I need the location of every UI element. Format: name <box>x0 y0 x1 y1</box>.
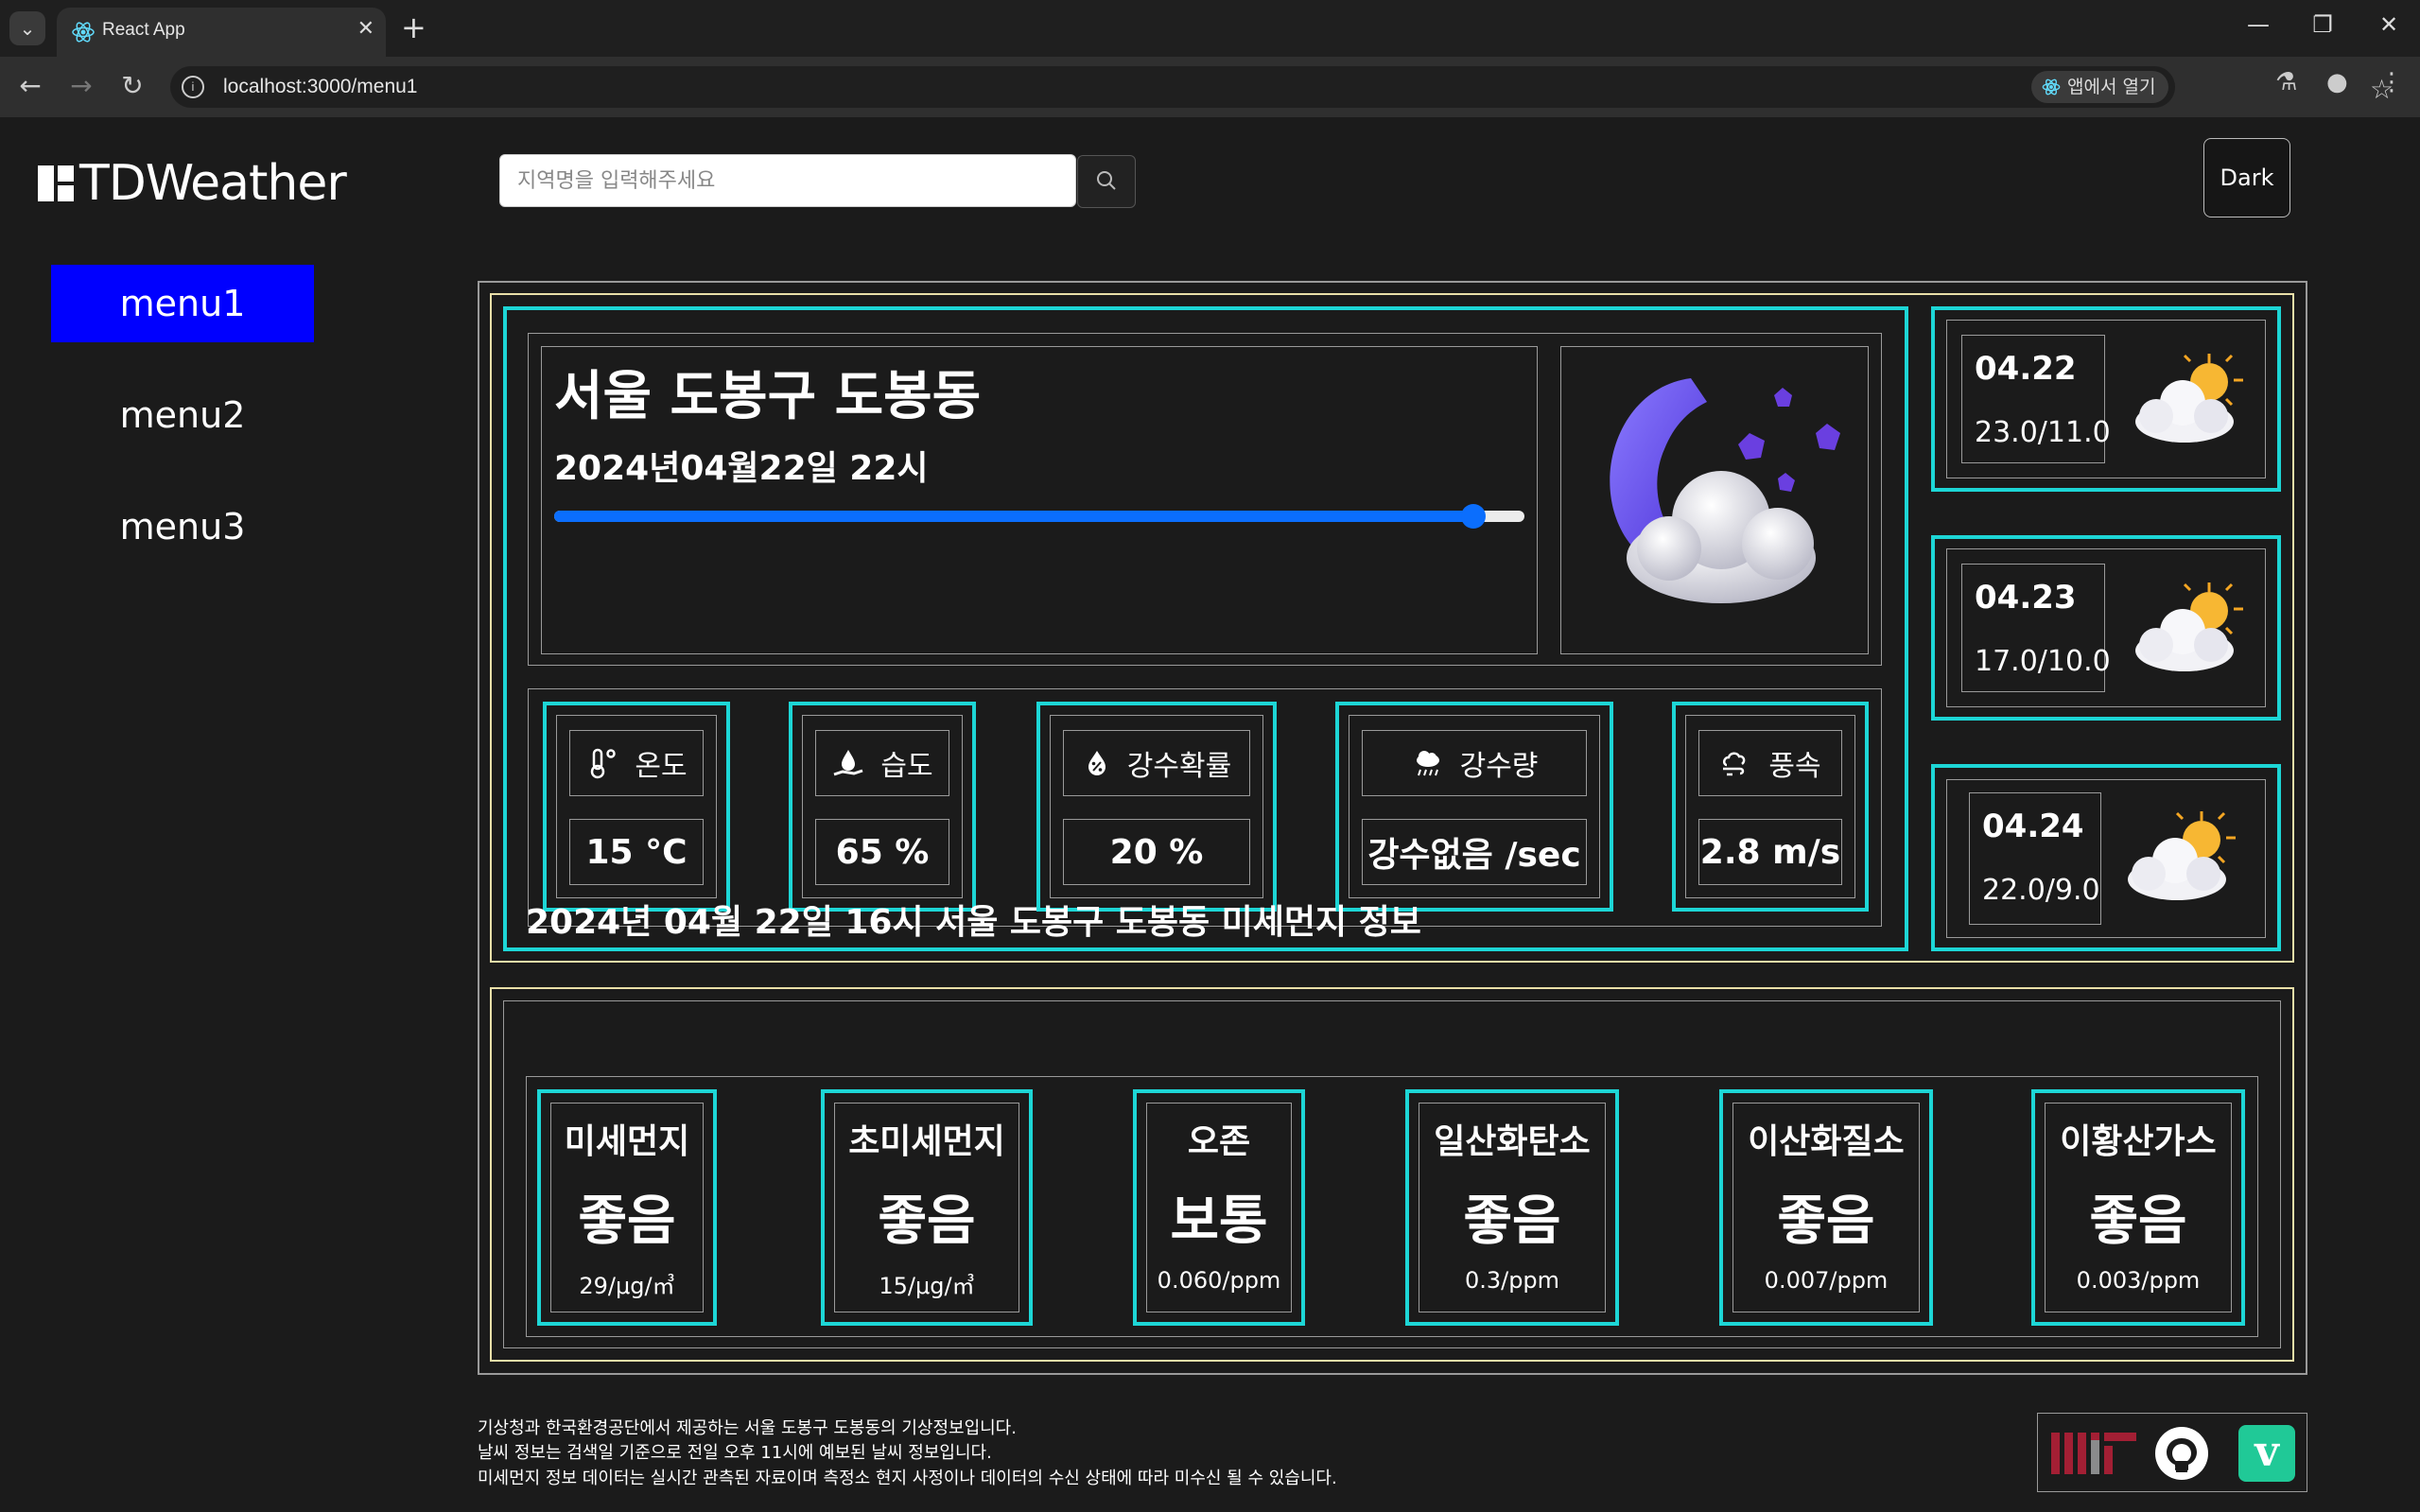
search-icon <box>1097 170 1116 190</box>
dust-value: 29/μg/㎥ <box>579 1273 675 1299</box>
forecast-date: 04.22 <box>1975 350 2077 388</box>
dust-grade: 좋음 <box>1777 1190 1875 1252</box>
metric-label-temperature: 온도 <box>569 730 704 796</box>
time-slider[interactable] <box>554 504 1524 529</box>
metric-label-humidity: 습도 <box>815 730 949 796</box>
dust-grade: 좋음 <box>578 1190 676 1252</box>
time-slider-fill <box>554 511 1473 522</box>
tab-close-icon[interactable]: ✕ <box>357 17 374 41</box>
dust-cards-row <box>526 1076 2258 1337</box>
footer-links: v <box>2037 1413 2307 1492</box>
forecast-date: 04.23 <box>1975 579 2077 617</box>
tab-title: React App <box>102 20 185 40</box>
site-info-icon[interactable]: i <box>182 76 204 98</box>
dust-value: 0.060/ppm <box>1157 1267 1281 1294</box>
forward-icon[interactable]: → <box>62 70 100 101</box>
dust-name: 이산화질소 <box>1748 1122 1905 1161</box>
react-app-icon <box>2042 78 2061 96</box>
dust-grade: 좋음 <box>2089 1190 2187 1252</box>
dust-value: 0.003/ppm <box>2076 1267 2201 1294</box>
wind-icon <box>1723 752 1746 776</box>
metric-label-rainfall: 강수량 <box>1362 730 1587 796</box>
dust-name: 일산화탄소 <box>1434 1122 1591 1161</box>
time-slider-thumb[interactable] <box>1460 504 1486 529</box>
new-tab-icon[interactable]: + <box>401 9 427 45</box>
dust-name: 이황산가스 <box>2060 1122 2217 1161</box>
profile-icon[interactable]: ● <box>2326 68 2348 96</box>
dust-value: 0.3/ppm <box>1464 1267 1560 1294</box>
theme-toggle-button[interactable]: Dark <box>2203 138 2290 217</box>
metric-value-temperature: 15 °C <box>585 832 688 872</box>
browser-tabstrip: ⌄ React App ✕ + — ❐ ✕ <box>0 0 2420 57</box>
forecast-temp: 17.0/10.0 <box>1975 645 2111 678</box>
metric-value-humidity: 65 % <box>835 832 930 872</box>
sidebar-item-menu3[interactable]: menu3 <box>51 488 314 565</box>
sidebar-item-menu1[interactable]: menu1 <box>51 265 314 342</box>
url-text[interactable]: localhost:3000/menu1 <box>223 76 417 98</box>
forecast-datetime: 2024년04월22일 22시 <box>554 449 929 488</box>
dust-name: 초미세먼지 <box>848 1122 1005 1161</box>
sun-cloud-icon <box>2135 582 2243 671</box>
logo-text: TDWeather <box>79 155 347 212</box>
dust-name: 오존 <box>1187 1122 1251 1161</box>
rain-probability-icon <box>1088 751 1106 775</box>
tab-search-chevron-icon[interactable]: ⌄ <box>9 11 45 45</box>
browser-toolbar: ← → ↻ i localhost:3000/menu1 앱에서 열기 ☆ ⚗ … <box>0 57 2420 117</box>
labs-flask-icon[interactable]: ⚗ <box>2275 68 2297 96</box>
velog-icon[interactable]: v <box>2238 1425 2295 1482</box>
mit-logo-icon[interactable] <box>2049 1429 2138 1476</box>
forecast-date: 04.24 <box>1982 808 2084 845</box>
metric-value-rainfall: 강수없음 /sec <box>1367 836 1581 875</box>
footer-info-line: 기상청과 한국환경공단에서 제공하는 서울 도봉구 도봉동의 기상정보입니다. <box>478 1418 1017 1438</box>
forecast-temp: 23.0/11.0 <box>1975 416 2111 449</box>
moon-cloud-icon <box>1610 378 1840 603</box>
metric-label-wind: 풍속 <box>1698 730 1842 796</box>
github-icon[interactable] <box>2153 1425 2210 1482</box>
rain-cloud-icon <box>1416 751 1439 776</box>
humidity-icon <box>833 750 863 776</box>
sun-cloud-icon <box>2135 354 2243 443</box>
back-icon[interactable]: ← <box>11 70 49 101</box>
search-button[interactable] <box>1077 155 1136 208</box>
location-title: 서울 도봉구 도봉동 <box>554 366 982 427</box>
browser-tab[interactable]: React App ✕ <box>57 8 386 57</box>
forecast-temp: 22.0/9.0 <box>1982 874 2100 907</box>
dust-value: 0.007/ppm <box>1764 1267 1889 1294</box>
restore-icon[interactable]: ❐ <box>2304 11 2342 38</box>
window-close-icon[interactable]: ✕ <box>2370 11 2408 38</box>
footer-info-line: 날씨 정보는 검색일 기준으로 전일 오후 11시에 예보된 날씨 정보입니다. <box>478 1443 992 1463</box>
reload-icon[interactable]: ↻ <box>113 70 151 101</box>
search-input[interactable] <box>499 154 1076 207</box>
dust-title: 2024년 04월 22일 16시 서울 도봉구 도봉동 미세먼지 정보 <box>526 903 1421 942</box>
dust-name: 미세먼지 <box>564 1122 690 1161</box>
sun-cloud-icon <box>2128 811 2236 900</box>
sidebar-item-menu2[interactable]: menu2 <box>51 376 314 454</box>
react-favicon-icon <box>72 22 95 43</box>
app-logo[interactable]: TDWeather <box>38 155 347 212</box>
footer-info-line: 미세먼지 정보 데이터는 실시간 관측된 자료이며 측정소 현지 사정이나 데이… <box>478 1469 1337 1488</box>
open-in-app-label: 앱에서 열기 <box>2067 77 2156 97</box>
open-in-app-button[interactable]: 앱에서 열기 <box>2031 71 2169 103</box>
metric-label-rain-probability: 강수확률 <box>1063 730 1250 796</box>
minimize-icon[interactable]: — <box>2239 11 2277 38</box>
metric-value-rain-probability: 20 % <box>1109 832 1204 872</box>
dust-grade: 좋음 <box>1463 1190 1561 1252</box>
menu-kebab-icon[interactable]: ⋮ <box>2379 68 2404 96</box>
dust-value: 15/μg/㎥ <box>879 1273 975 1299</box>
logo-grid-icon <box>38 165 74 201</box>
metric-value-wind: 2.8 m/s <box>1699 832 1841 872</box>
thermometer-icon <box>591 748 617 779</box>
dust-grade: 보통 <box>1170 1190 1268 1252</box>
dust-grade: 좋음 <box>878 1190 976 1252</box>
address-bar[interactable]: i localhost:3000/menu1 앱에서 열기 ☆ <box>170 66 2394 108</box>
